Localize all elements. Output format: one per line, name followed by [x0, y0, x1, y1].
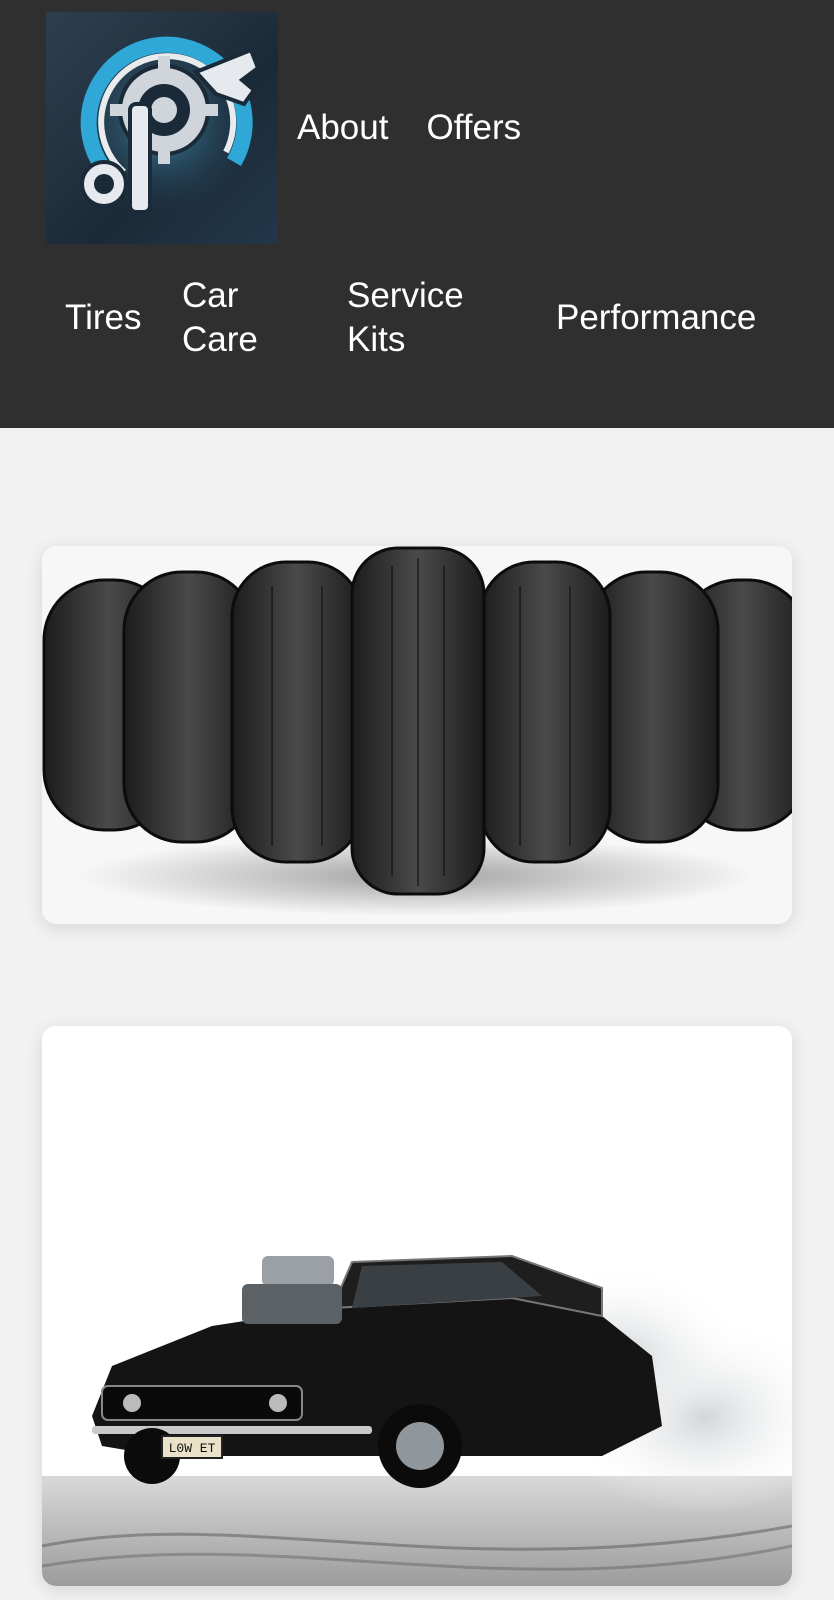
wrench-gear-logo-icon[interactable] — [46, 12, 278, 244]
category-service-kits[interactable]: Service Kits — [347, 274, 464, 362]
tires-card[interactable] — [42, 546, 792, 924]
site-header: About Offers Tires Car Care Service Kits… — [0, 0, 834, 428]
category-car-care-line2: Care — [182, 320, 258, 359]
tires-row-image — [42, 546, 792, 916]
category-tires-label: Tires — [65, 298, 142, 337]
nav-about-link[interactable]: About — [297, 108, 388, 148]
nav-offers-link[interactable]: Offers — [426, 108, 521, 148]
license-plate-text: L0W ET — [169, 1441, 216, 1456]
category-performance-label: Performance — [556, 298, 757, 337]
category-car-care-line1: Car — [182, 276, 239, 315]
performance-car-card[interactable]: L0W ET — [42, 1026, 792, 1586]
category-tires[interactable]: Tires — [65, 296, 141, 340]
category-performance[interactable]: Performance — [556, 296, 756, 340]
category-service-kits-line2: Kits — [347, 320, 406, 359]
category-service-kits-line1: Service — [347, 276, 464, 315]
muscle-car-burnout-image: L0W ET — [42, 1026, 792, 1586]
category-car-care[interactable]: Car Care — [182, 274, 258, 362]
top-nav: About Offers — [297, 108, 521, 148]
